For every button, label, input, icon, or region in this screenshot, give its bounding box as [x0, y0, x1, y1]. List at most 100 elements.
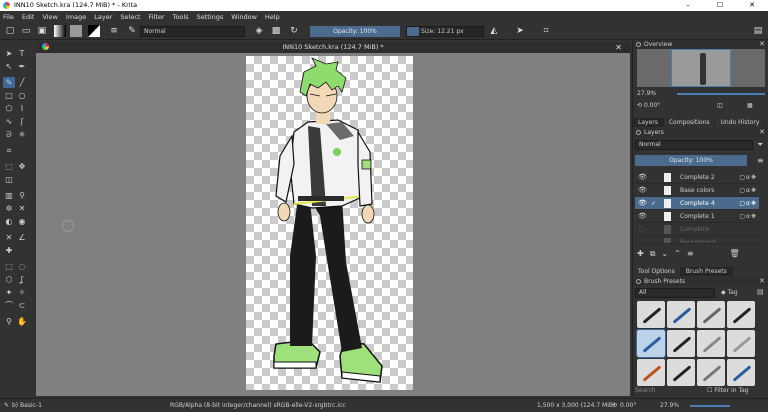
- visibility-eye-icon[interactable]: 👁: [638, 171, 647, 184]
- brush-preset-tile[interactable]: [667, 301, 695, 328]
- layer-row[interactable]: 👁 Complete 2 ▢α✥: [635, 171, 759, 184]
- docker-float-icon[interactable]: [636, 279, 641, 284]
- overview-viewport[interactable]: [671, 49, 731, 87]
- tab-tool-options[interactable]: Tool Options: [633, 267, 681, 276]
- close-button[interactable]: ✕: [736, 0, 768, 11]
- document-tab[interactable]: INN10 Sketch.kra (124.7 MiB) * ✕: [36, 42, 630, 53]
- polygon-select-icon[interactable]: ⬡: [3, 274, 15, 285]
- brush-preset-tile[interactable]: [697, 301, 725, 328]
- visibility-eye-icon[interactable]: 👁: [638, 184, 647, 197]
- visibility-eye-icon[interactable]: 👁: [638, 197, 647, 210]
- brush-preset-tile[interactable]: [637, 359, 665, 386]
- add-layer-icon[interactable]: ✚: [637, 249, 644, 260]
- brush-preset-tile[interactable]: [727, 301, 755, 328]
- tab-compositions[interactable]: Compositions: [664, 118, 716, 127]
- fg-bg-color-icon[interactable]: [88, 25, 100, 37]
- duplicate-layer-icon[interactable]: ⧉: [650, 249, 656, 260]
- docker-float-icon[interactable]: [636, 42, 641, 47]
- mirror-view-icon[interactable]: ◫: [717, 101, 723, 111]
- ellipse-select-icon[interactable]: ◌: [16, 261, 28, 272]
- layer-row[interactable]: Background: [635, 236, 759, 244]
- opacity-slider[interactable]: Opacity: 100%: [310, 26, 400, 37]
- gradient-icon[interactable]: [54, 25, 66, 37]
- brush-preset-tile[interactable]: [727, 330, 755, 357]
- reference-images-icon[interactable]: ✚: [3, 245, 15, 256]
- brush-search-input[interactable]: Search: [635, 387, 656, 394]
- reload-preset-icon[interactable]: ↻: [288, 25, 300, 37]
- pattern-icon[interactable]: [70, 25, 82, 37]
- move-tool-icon[interactable]: ✥: [16, 161, 28, 172]
- canvas-document[interactable]: [246, 56, 413, 390]
- freehand-brush-icon[interactable]: ✎: [3, 77, 15, 88]
- gradient-tool-icon[interactable]: ▥: [3, 190, 15, 201]
- polyline-tool-icon[interactable]: ⌇: [16, 103, 28, 114]
- menu-settings[interactable]: Settings: [197, 13, 224, 21]
- overview-settings-icon[interactable]: ▦: [747, 101, 753, 111]
- menu-filter[interactable]: Filter: [148, 13, 164, 21]
- layer-flags-icon[interactable]: ▢α✥: [739, 197, 757, 210]
- assistant-ruler-icon[interactable]: ✕: [3, 232, 15, 243]
- preserve-alpha-icon[interactable]: ▩: [270, 25, 282, 37]
- rectangle-tool-icon[interactable]: □: [3, 90, 15, 101]
- new-document-icon[interactable]: ▢: [4, 25, 16, 37]
- measure-tool-icon[interactable]: ∠: [16, 232, 28, 243]
- close-overview-icon[interactable]: ✕: [759, 40, 765, 49]
- menu-file[interactable]: File: [3, 13, 14, 21]
- pan-tool-icon[interactable]: ✋: [16, 316, 28, 327]
- visibility-eye-icon[interactable]: 👁: [638, 210, 647, 223]
- magnetic-select-icon[interactable]: ⊂: [16, 300, 28, 311]
- move-layer-down-icon[interactable]: ⌄: [661, 249, 668, 260]
- text-tool-icon[interactable]: T: [16, 48, 28, 59]
- brush-preset-tile[interactable]: [727, 359, 755, 386]
- crop-tool-icon[interactable]: ⌗: [3, 145, 15, 156]
- layer-properties-icon[interactable]: ≡: [687, 249, 694, 260]
- workspace-icon[interactable]: ▤: [752, 25, 764, 37]
- overview-rotation[interactable]: 0.00°: [644, 102, 660, 109]
- menu-window[interactable]: Window: [231, 13, 257, 21]
- delete-layer-icon[interactable]: 🗑: [730, 249, 740, 260]
- layer-row[interactable]: 👁 Complete 1 ▢α✥: [635, 210, 759, 223]
- tab-undo-history[interactable]: Undo History: [715, 118, 766, 127]
- freehand-select-icon[interactable]: ʆ: [16, 274, 28, 285]
- menu-edit[interactable]: Edit: [22, 13, 35, 21]
- menu-tools[interactable]: Tools: [173, 13, 189, 21]
- move-layer-up-icon[interactable]: ⌃: [674, 249, 681, 260]
- brush-preset-tile-selected[interactable]: [636, 329, 666, 358]
- close-layers-icon[interactable]: ✕: [759, 128, 765, 137]
- layer-row[interactable]: 👁 Base colors ▢α✥: [635, 184, 759, 197]
- bezier-select-icon[interactable]: ⌒: [3, 300, 15, 311]
- brush-preset-tile[interactable]: [667, 330, 695, 357]
- layer-row[interactable]: ◌ Complete: [635, 223, 759, 236]
- zoom-tool-icon[interactable]: ⚲: [3, 316, 15, 327]
- status-rotation[interactable]: 0.00°: [620, 399, 636, 412]
- tab-layers[interactable]: Layers: [633, 118, 664, 127]
- dynamic-brush-icon[interactable]: ᘐ: [3, 129, 15, 140]
- assistant-tool-icon[interactable]: ◫: [3, 174, 15, 185]
- brush-preset-tile[interactable]: [697, 359, 725, 386]
- line-tool-icon[interactable]: ╱: [16, 77, 28, 88]
- freehand-path-icon[interactable]: ʃ: [16, 116, 28, 127]
- layer-flags-icon[interactable]: ▢α✥: [739, 184, 757, 197]
- overview-zoom[interactable]: 27.9%: [637, 90, 656, 97]
- close-document-icon[interactable]: ✕: [615, 42, 622, 53]
- calligraphy-icon[interactable]: ✒: [16, 61, 28, 72]
- overview-thumbnail[interactable]: [637, 49, 765, 87]
- select-shapes-icon[interactable]: ➤: [3, 48, 15, 59]
- maximize-button[interactable]: ☐: [704, 0, 736, 11]
- menu-view[interactable]: View: [42, 13, 57, 21]
- color-picker-icon[interactable]: ⚲: [16, 190, 28, 201]
- brush-preset-tile[interactable]: [667, 359, 695, 386]
- open-folder-icon[interactable]: ▭: [20, 25, 32, 37]
- layer-opacity-slider[interactable]: Opacity: 100%: [635, 155, 747, 166]
- size-slider[interactable]: Size: 12.21 px: [406, 26, 484, 37]
- close-brush-presets-icon[interactable]: ✕: [759, 277, 765, 286]
- smart-patch-icon[interactable]: ✕: [16, 203, 28, 214]
- multibrush-icon[interactable]: ✳: [16, 129, 28, 140]
- status-zoom-slider[interactable]: [690, 405, 730, 407]
- bezier-tool-icon[interactable]: ∿: [3, 116, 15, 127]
- similar-select-icon[interactable]: ✧: [16, 287, 28, 298]
- colorize-mask-icon[interactable]: ✲: [3, 203, 15, 214]
- zoom-slider[interactable]: [677, 93, 765, 95]
- brush-view-options-icon[interactable]: ▤: [757, 288, 764, 296]
- tab-brush-presets[interactable]: Brush Presets: [680, 267, 733, 276]
